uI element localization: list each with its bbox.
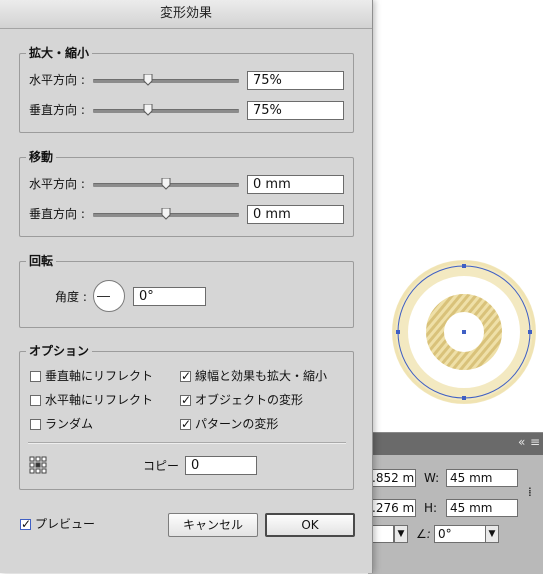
panel-tab-bar: « ≡ <box>368 433 543 455</box>
transform-panel: « ≡ .852 m W: 45 mm ⁞ .276 m H: 45 mm ▼ … <box>368 432 543 574</box>
reference-point-locator-icon[interactable] <box>29 456 47 474</box>
scale-horizontal-slider-thumb[interactable] <box>143 74 153 86</box>
panel-collapse-icon[interactable]: « <box>518 435 525 449</box>
scale-horizontal-field[interactable]: 75% <box>247 71 344 90</box>
angle-dial-needle <box>97 296 110 297</box>
angle-dial[interactable] <box>93 280 125 312</box>
copies-field[interactable]: 0 <box>185 456 257 475</box>
panel-menu-icon[interactable]: ≡ <box>530 435 540 449</box>
x-field[interactable]: .852 m <box>368 469 416 487</box>
transform-patterns-option[interactable]: ✓ パターンの変形 <box>180 416 278 432</box>
angle-label: 角度 : <box>55 290 87 304</box>
scale-strokes-checkbox[interactable]: ✓ <box>180 369 191 383</box>
ok-button[interactable]: OK <box>265 513 355 537</box>
scale-strokes-label: 線幅と効果も拡大・縮小 <box>195 369 328 383</box>
reflect-vertical-label: 垂直軸にリフレクト <box>45 369 154 383</box>
scale-horizontal-label: 水平方向 : <box>29 73 85 87</box>
cancel-button[interactable]: キャンセル <box>168 513 258 537</box>
move-horizontal-field[interactable]: 0 mm <box>247 175 344 194</box>
random-checkbox[interactable] <box>30 419 41 430</box>
preview-checkbox[interactable]: ✓ <box>20 517 31 531</box>
move-vertical-slider[interactable] <box>93 208 239 222</box>
reflect-horizontal-label: 水平軸にリフレクト <box>45 393 154 407</box>
transform-patterns-label: パターンの変形 <box>195 417 279 431</box>
move-group-title: 移動 <box>26 149 57 165</box>
scale-horizontal-slider[interactable] <box>93 74 239 88</box>
preview-label: プレビュー <box>35 517 96 531</box>
angle-field[interactable]: 0° <box>133 287 206 306</box>
w-field[interactable]: 45 mm <box>446 469 518 487</box>
shear-field[interactable]: 0° <box>434 525 486 543</box>
dialog-title: 変形効果 <box>0 0 372 29</box>
random-label: ランダム <box>45 417 94 431</box>
anchor-point-bottom[interactable] <box>462 396 466 400</box>
w-label: W: <box>424 471 440 485</box>
scale-vertical-slider[interactable] <box>93 104 239 118</box>
move-horizontal-label: 水平方向 : <box>29 177 85 191</box>
scale-vertical-slider-thumb[interactable] <box>143 104 153 116</box>
transform-patterns-checkbox[interactable]: ✓ <box>180 417 191 431</box>
transform-objects-option[interactable]: ✓ オブジェクトの変形 <box>180 392 303 408</box>
anchor-point-right[interactable] <box>528 330 532 334</box>
move-vertical-field[interactable]: 0 mm <box>247 205 344 224</box>
scale-group: 拡大・縮小 <box>19 45 354 133</box>
move-vertical-label: 垂直方向 : <box>29 207 85 221</box>
reflect-vertical-checkbox[interactable] <box>30 371 41 382</box>
transform-objects-checkbox[interactable]: ✓ <box>180 393 191 407</box>
selected-ring-artwork[interactable] <box>380 258 543 408</box>
reflect-horizontal-option[interactable]: 水平軸にリフレクト <box>30 392 153 408</box>
scale-group-title: 拡大・縮小 <box>26 45 93 61</box>
anchor-point-top[interactable] <box>462 264 466 268</box>
preview-option[interactable]: ✓ プレビュー <box>20 516 95 532</box>
move-group: 移動 <box>19 149 354 237</box>
copies-label: コピー <box>143 459 180 473</box>
reflect-vertical-option[interactable]: 垂直軸にリフレクト <box>30 368 153 384</box>
move-horizontal-slider-thumb[interactable] <box>161 178 171 190</box>
shear-dropdown-arrow[interactable]: ▼ <box>485 525 499 543</box>
options-group-title: オプション <box>26 343 93 359</box>
transform-objects-label: オブジェクトの変形 <box>195 393 304 407</box>
h-label: H: <box>424 501 438 515</box>
shear-icon: ∠: <box>416 527 431 541</box>
scale-vertical-field[interactable]: 75% <box>247 101 344 120</box>
reflect-horizontal-checkbox[interactable] <box>30 395 41 406</box>
constrain-proportions-icon[interactable]: ⁞ <box>528 485 532 499</box>
scale-strokes-option[interactable]: ✓ 線幅と効果も拡大・縮小 <box>180 368 327 384</box>
anchor-point-left[interactable] <box>396 330 400 334</box>
rotate-dropdown-arrow[interactable]: ▼ <box>394 525 408 543</box>
center-point <box>462 330 466 334</box>
h-field[interactable]: 45 mm <box>446 499 518 517</box>
random-option[interactable]: ランダム <box>30 416 93 432</box>
y-field[interactable]: .276 m <box>368 499 416 517</box>
transform-effect-dialog: 変形効果 拡大・縮小 水平方向 : 75% 垂直方向 : 75% 移動 水平方向… <box>0 0 373 573</box>
rotate-group-title: 回転 <box>26 253 57 269</box>
options-divider <box>28 442 346 444</box>
scale-vertical-label: 垂直方向 : <box>29 103 85 117</box>
move-vertical-slider-thumb[interactable] <box>161 208 171 220</box>
move-horizontal-slider[interactable] <box>93 178 239 192</box>
